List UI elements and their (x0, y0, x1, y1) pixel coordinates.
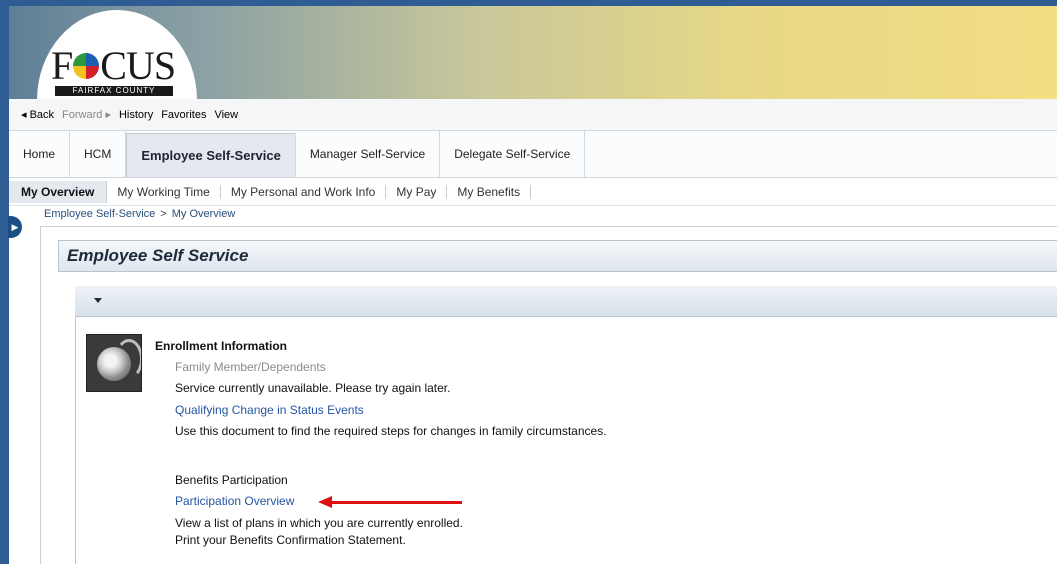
qualifying-change-link[interactable]: Qualifying Change in Status Events (175, 403, 364, 417)
tab-my-working-time[interactable]: My Working Time (107, 184, 221, 199)
history-bar: ◂ Back Forward ▸ History Favorites View (9, 99, 1057, 131)
tab-manager-self-service[interactable]: Manager Self-Service (296, 130, 441, 177)
history-menu[interactable]: History (119, 109, 153, 121)
enrollment-heading: Enrollment Information (155, 339, 287, 353)
second-level-nav: My Overview My Working Time My Personal … (9, 178, 1057, 206)
breadcrumb: Employee Self-Service > My Overview (44, 208, 235, 220)
top-level-nav: Home HCM Employee Self-Service Manager S… (9, 130, 1057, 178)
window-frame-left (0, 0, 9, 564)
participation-overview-description: View a list of plans in which you are cu… (175, 516, 463, 530)
header-banner: F CUS FAIRFAX COUNTY (9, 6, 1057, 106)
qualifying-change-description: Use this document to find the required s… (175, 424, 607, 438)
tab-home[interactable]: Home (9, 130, 71, 177)
focus-logo: F CUS FAIRFAX COUNTY (37, 10, 197, 106)
logo-subtitle: FAIRFAX COUNTY (55, 86, 173, 96)
tray-collapse-icon[interactable] (94, 298, 102, 303)
family-member-description: Service currently unavailable. Please tr… (175, 381, 451, 395)
tray-header (75, 286, 1057, 317)
logo-o-icon (73, 53, 100, 79)
tab-my-benefits[interactable]: My Benefits (447, 184, 532, 199)
page-title: Employee Self Service (67, 246, 249, 265)
tab-my-overview[interactable]: My Overview (9, 180, 108, 203)
tab-employee-self-service[interactable]: Employee Self-Service (126, 133, 296, 177)
forward-button[interactable]: Forward ▸ (62, 108, 111, 121)
enrollment-thumbnail-image (86, 334, 142, 392)
breadcrumb-current: My Overview (171, 208, 236, 220)
expand-panel-icon[interactable]: ▶ (8, 216, 22, 238)
tab-my-personal-and-work-info[interactable]: My Personal and Work Info (221, 184, 387, 199)
family-member-dependents-link[interactable]: Family Member/Dependents (175, 360, 326, 374)
tab-hcm[interactable]: HCM (70, 130, 127, 177)
page-header: Employee Self Service (58, 240, 1057, 272)
print-confirmation-description: Print your Benefits Confirmation Stateme… (175, 533, 406, 547)
participation-overview-link[interactable]: Participation Overview (175, 494, 294, 508)
annotation-arrow-head-icon (318, 496, 332, 508)
breadcrumb-parent-link[interactable]: Employee Self-Service (44, 208, 155, 220)
logo-wordmark: F CUS (51, 43, 176, 88)
benefits-participation-heading: Benefits Participation (175, 473, 288, 487)
favorites-menu[interactable]: Favorites (161, 109, 206, 121)
tab-my-pay[interactable]: My Pay (386, 184, 448, 199)
view-menu[interactable]: View (214, 109, 238, 121)
tab-delegate-self-service[interactable]: Delegate Self-Service (440, 130, 586, 177)
annotation-arrow (330, 501, 462, 504)
back-button[interactable]: ◂ Back (21, 108, 54, 121)
breadcrumb-separator: > (160, 208, 167, 220)
